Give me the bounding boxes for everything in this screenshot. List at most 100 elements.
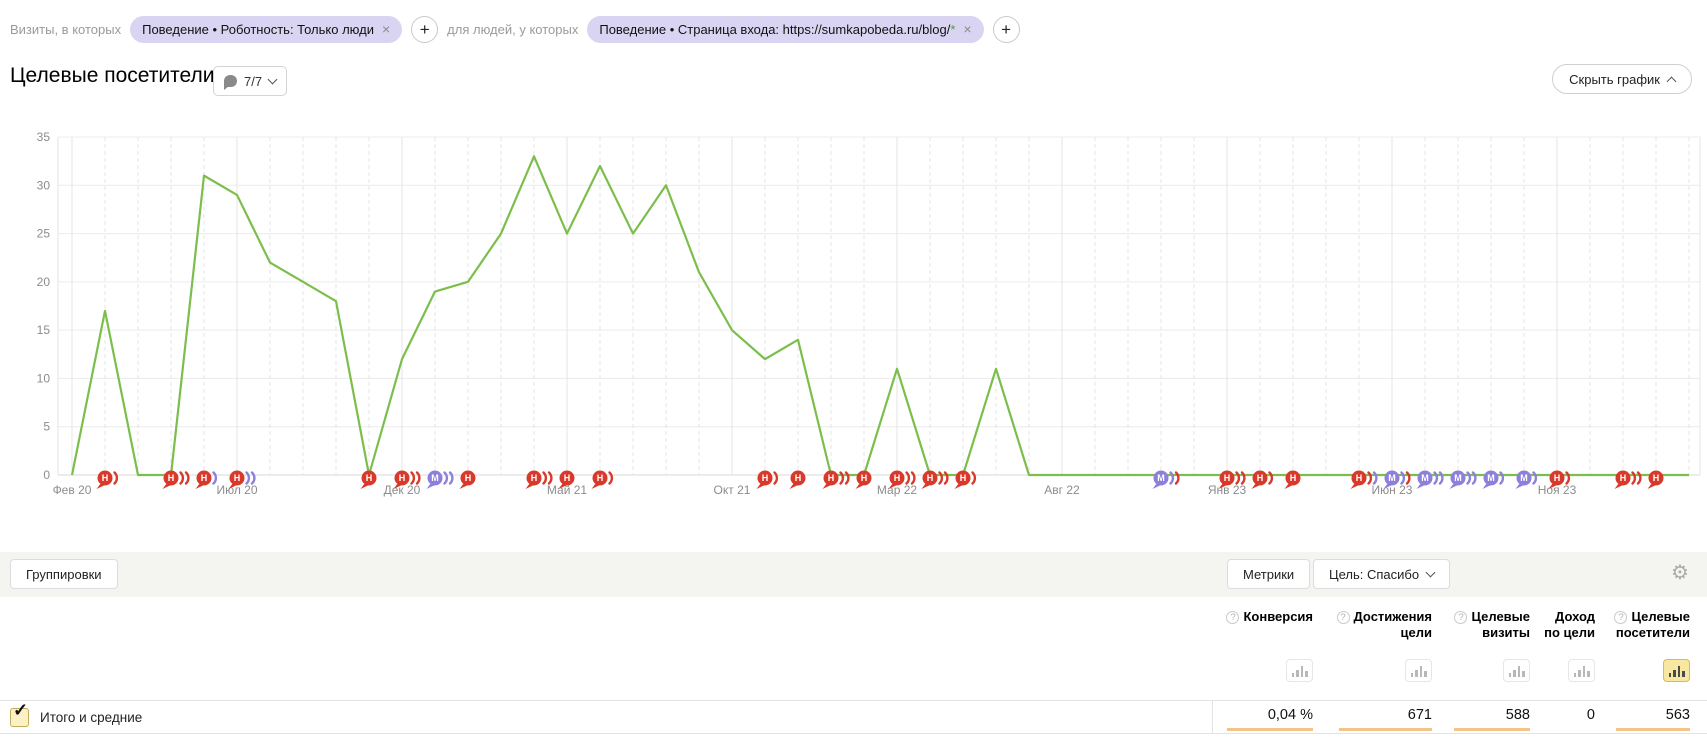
help-icon[interactable]: ? (1614, 611, 1627, 624)
note-cluster-arc (1468, 473, 1470, 484)
note-letter: Н (960, 473, 967, 483)
note-marker-Н[interactable]: Н (1615, 471, 1641, 490)
note-marker-М[interactable]: М (1483, 471, 1503, 490)
chart-metric-toggle[interactable] (1286, 659, 1313, 682)
chart-metric-toggle-selected[interactable] (1663, 659, 1690, 682)
note-letter: М (1454, 473, 1462, 483)
note-cluster-arc (973, 473, 975, 484)
x-axis-tick: Окт 21 (714, 483, 751, 497)
note-marker-Н[interactable]: Н (790, 471, 806, 490)
filter-chip-landing-page[interactable]: Поведение • Страница входа: https://sumk… (587, 16, 983, 43)
note-letter: Н (201, 473, 208, 483)
y-axis-tick: 5 (43, 420, 50, 434)
note-letter: М (431, 473, 439, 483)
share-underline (1339, 728, 1432, 731)
note-marker-М[interactable]: М (1153, 471, 1179, 490)
help-icon[interactable]: ? (1454, 611, 1467, 624)
note-cluster-arc (1633, 473, 1635, 484)
note-cluster-arc (450, 473, 452, 484)
metrics-button[interactable]: Метрики (1227, 559, 1310, 589)
note-marker-М[interactable]: М (1450, 471, 1476, 490)
metrica-report-page: Визиты, в которых Поведение • Роботность… (0, 0, 1707, 740)
note-marker-Н[interactable]: Н (856, 471, 872, 490)
check-icon: ✓ (13, 700, 28, 721)
goal-select-button[interactable]: Цель: Спасибо (1313, 559, 1450, 589)
note-letter: М (1421, 473, 1429, 483)
note-marker-Н[interactable]: Н (97, 471, 117, 490)
note-marker-М[interactable]: М (427, 471, 453, 490)
totals-checkbox[interactable]: ✓ (10, 708, 29, 727)
note-marker-Н[interactable]: Н (922, 471, 948, 490)
note-cluster-arc (1567, 473, 1569, 484)
chart-metric-toggle[interactable] (1503, 659, 1530, 682)
filter-chip-text: Поведение • Страница входа: https://sumk… (599, 22, 955, 37)
note-cluster-arc (1369, 473, 1371, 484)
note-marker-Н[interactable]: Н (460, 471, 476, 490)
filter-middle-label: для людей, у которых (447, 22, 578, 37)
remove-filter-icon[interactable]: × (382, 21, 390, 37)
note-cluster-arc (945, 473, 947, 484)
note-cluster-arc (907, 473, 909, 484)
comments-badge[interactable]: 7/7 (213, 66, 287, 96)
note-cluster-arc (1534, 473, 1536, 484)
remove-filter-icon[interactable]: × (963, 21, 971, 37)
note-marker-Н[interactable]: Н (1285, 471, 1301, 490)
y-axis-tick: 30 (37, 178, 51, 192)
note-cluster-arc (1171, 473, 1173, 484)
visitors-line-chart: 05101520253035Фев 20Июл 20Дек 20Май 21Ок… (0, 112, 1707, 512)
chart-metric-toggle[interactable] (1568, 659, 1595, 682)
groupings-button[interactable]: Группировки (10, 559, 118, 589)
note-cluster-arc (1501, 473, 1503, 484)
note-letter: М (1157, 473, 1165, 483)
gear-icon[interactable]: ⚙ (1671, 560, 1689, 585)
column-header-conversion: ?Конверсия (1183, 609, 1313, 625)
note-marker-Н[interactable]: Н (955, 471, 975, 490)
note-cluster-arc (912, 473, 914, 484)
note-cluster-arc (1270, 473, 1272, 484)
note-cluster-arc (1638, 473, 1640, 484)
chart-metric-toggle[interactable] (1405, 659, 1432, 682)
metrics-table: ?Конверсия ?Достижения цели ?Целевые виз… (0, 597, 1707, 740)
note-letter: Н (399, 473, 406, 483)
help-icon[interactable]: ? (1337, 611, 1350, 624)
note-cluster-arc (412, 473, 414, 484)
filter-chip-text: Поведение • Роботность: Только люди (142, 22, 374, 37)
note-letter: Н (234, 473, 241, 483)
note-cluster-arc (445, 473, 447, 484)
note-marker-Н[interactable]: Н (592, 471, 612, 490)
total-conversion: 0,04 % (1183, 707, 1313, 723)
note-marker-Н[interactable]: Н (163, 471, 189, 490)
chevron-up-icon (1667, 76, 1677, 86)
filter-prefix-label: Визиты, в которых (10, 22, 121, 37)
hide-chart-button[interactable]: Скрыть график (1552, 64, 1692, 94)
column-header-goal-reaches: ?Достижения цели (1307, 609, 1432, 641)
note-letter: Н (894, 473, 901, 483)
help-icon[interactable]: ? (1226, 611, 1239, 624)
note-marker-Н[interactable]: Н (196, 471, 216, 490)
filter-chip-robots[interactable]: Поведение • Роботность: Только люди × (130, 16, 402, 43)
chart-svg: 05101520253035Фев 20Июл 20Дек 20Май 21Ок… (0, 112, 1707, 512)
note-letter: Н (1620, 473, 1627, 483)
y-axis-tick: 20 (37, 275, 51, 289)
note-cluster-arc (841, 473, 843, 484)
note-letter: М (1388, 473, 1396, 483)
note-cluster-arc (1374, 473, 1376, 484)
add-people-filter-button[interactable]: + (993, 16, 1020, 43)
note-marker-Н[interactable]: Н (1648, 471, 1664, 490)
add-visit-filter-button[interactable]: + (411, 16, 438, 43)
comments-count: 7/7 (244, 74, 262, 89)
note-marker-Н[interactable]: Н (1252, 471, 1272, 490)
note-letter: Н (168, 473, 175, 483)
note-cluster-arc (610, 473, 612, 484)
note-letter: М (1487, 473, 1495, 483)
note-marker-Н[interactable]: Н (757, 471, 777, 490)
note-marker-Н[interactable]: Н (361, 471, 377, 490)
note-marker-М[interactable]: М (1417, 471, 1443, 490)
note-letter: Н (465, 473, 472, 483)
note-cluster-arc (1402, 473, 1404, 484)
table-toolbar: Группировки Метрики Цель: Спасибо ⚙ (0, 552, 1707, 597)
total-goal-visits: 588 (1435, 707, 1530, 723)
note-marker-М[interactable]: М (1516, 471, 1536, 490)
share-underline (1227, 728, 1313, 731)
note-marker-Н[interactable]: Н (823, 471, 849, 490)
